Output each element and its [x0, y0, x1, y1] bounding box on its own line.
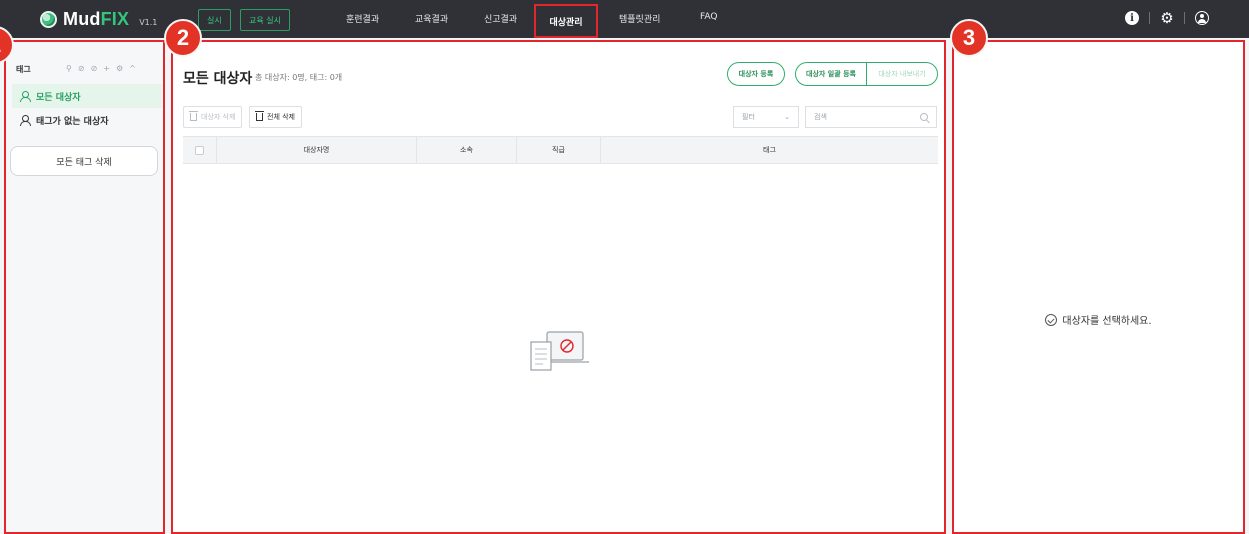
column-header-rank[interactable]: 직급	[517, 137, 601, 163]
page-title: 모든 대상자	[183, 71, 253, 87]
logo[interactable]: MudFIX V1.1	[40, 9, 157, 30]
nav-template-management[interactable]: 템플릿관리	[619, 12, 660, 25]
annotation-badge-2: 2	[164, 19, 202, 57]
app-version: V1.1	[139, 18, 158, 27]
tag-sidebar-panel: 태그 ⚲ ⊘ ⊘ + ⚙ ^ 모든 대상자 태그가 없는 대상자 모든 태그 삭…	[4, 40, 165, 534]
target-count-summary: 총 대상자: 0명, 태그: 0개	[255, 73, 343, 82]
search-icon	[920, 113, 928, 121]
education-run-button[interactable]: 교육 실시	[240, 9, 290, 31]
divider	[1149, 12, 1150, 24]
bulk-action-group: 대상자 일괄 등록 대상자 내보내기	[795, 62, 938, 86]
column-header-name[interactable]: 대상자명	[217, 137, 417, 163]
select-all-cell	[183, 137, 217, 163]
export-targets-button[interactable]: 대상자 내보내기	[866, 63, 937, 85]
column-header-tag[interactable]: 태그	[601, 137, 938, 163]
sidebar-item-label: 태그가 없는 대상자	[36, 116, 109, 127]
nav-faq[interactable]: FAQ	[700, 12, 717, 22]
app-root: MudFIX V1.1 실시 교육 실시 훈련결과 교육결과 신고결과 대상관리…	[0, 0, 1249, 534]
users-icon	[20, 91, 31, 102]
user-icon[interactable]	[1195, 11, 1209, 25]
trash-icon	[255, 111, 264, 121]
nav-target-management[interactable]: 대상관리	[534, 4, 598, 38]
delete-all-tags-button[interactable]: 모든 태그 삭제	[10, 146, 158, 176]
sidebar-item-untagged-targets[interactable]: 태그가 없는 대상자	[12, 108, 162, 132]
logo-mark-icon	[40, 11, 57, 28]
delete-target-button[interactable]: 대상자 삭제	[183, 106, 243, 128]
nav-report-results[interactable]: 신고결과	[484, 12, 517, 25]
filter-placeholder: 필터	[742, 113, 755, 121]
register-target-button[interactable]: 대상자 등록	[727, 62, 785, 86]
check-circle-icon	[1045, 313, 1058, 326]
tag-header: 태그	[16, 65, 31, 74]
target-list-panel: 모든 대상자 총 대상자: 0명, 태그: 0개 대상자 등록 대상자 일괄 등…	[171, 40, 946, 534]
search-icon[interactable]: ⚲	[66, 64, 72, 73]
nav-training-results[interactable]: 훈련결과	[346, 12, 379, 25]
divider	[1184, 12, 1185, 24]
plus-icon[interactable]: +	[103, 64, 110, 73]
user-icon	[20, 115, 31, 126]
trash-icon	[189, 111, 198, 121]
bulk-register-button[interactable]: 대상자 일괄 등록	[796, 63, 866, 85]
column-header-organization[interactable]: 소속	[417, 137, 517, 163]
gear-icon[interactable]: ⚙	[1160, 9, 1174, 27]
filter-select[interactable]: 필터 ⌄	[733, 106, 799, 128]
annotation-badge-3: 3	[950, 19, 988, 57]
top-icon-group: i ⚙	[1125, 9, 1209, 27]
tag-toolbar: ⚲ ⊘ ⊘ + ⚙ ^	[66, 64, 136, 73]
empty-selection-message: 대상자를 선택하세요.	[954, 312, 1243, 327]
search-input[interactable]: 검색	[805, 106, 937, 128]
empty-state-illustration	[530, 331, 589, 371]
gear-icon[interactable]: ⚙	[116, 64, 123, 73]
search-placeholder: 검색	[814, 113, 827, 121]
delete-all-label: 전체 삭제	[267, 113, 295, 121]
delete-target-label: 대상자 삭제	[201, 113, 236, 121]
select-target-prompt: 대상자를 선택하세요.	[1062, 316, 1152, 327]
chevron-up-icon[interactable]: ^	[129, 64, 136, 73]
chevron-down-icon: ⌄	[784, 113, 790, 121]
sidebar-item-all-targets[interactable]: 모든 대상자	[12, 84, 162, 108]
logo-text: MudFIX	[63, 9, 130, 29]
target-detail-panel: 대상자를 선택하세요.	[952, 40, 1245, 534]
link-icon[interactable]: ⊘	[91, 64, 98, 73]
delete-all-button[interactable]: 전체 삭제	[249, 106, 302, 128]
table-header: 대상자명 소속 직급 태그	[183, 136, 938, 164]
select-all-checkbox[interactable]	[195, 145, 204, 155]
sidebar-item-label: 모든 대상자	[36, 92, 81, 103]
training-run-button[interactable]: 실시	[198, 9, 231, 31]
nav-education-results[interactable]: 교육결과	[415, 12, 448, 25]
link-icon[interactable]: ⊘	[78, 64, 85, 73]
info-icon[interactable]: i	[1125, 11, 1139, 25]
